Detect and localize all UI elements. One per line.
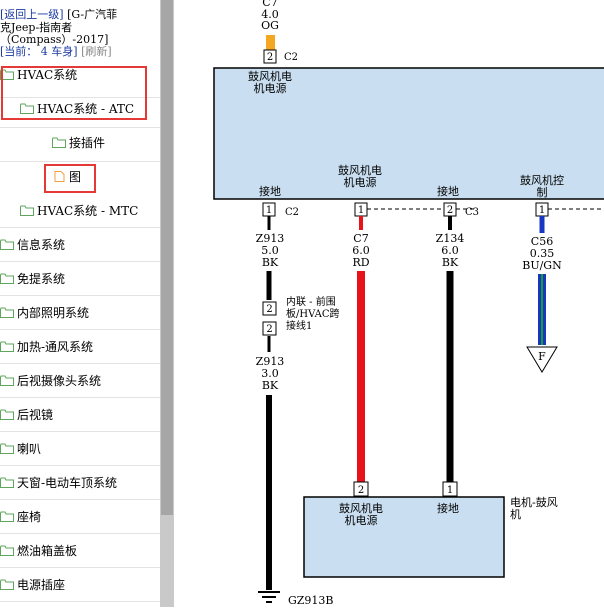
tree-item-handsfree[interactable]: 免提系统 [0, 269, 65, 289]
tree-item-label: 免提系统 [17, 272, 66, 286]
tree-item-sunroof[interactable]: 天窗-电动车顶系统 [0, 473, 117, 493]
folder-icon [0, 409, 14, 420]
top-wire-color: OG [261, 19, 279, 32]
current-label: [当前： [0, 45, 38, 58]
folder-icon [0, 239, 14, 250]
folder-icon [52, 137, 66, 148]
upper-ctrl-label-1: 鼓风机控 [520, 173, 564, 187]
tree-item-connectors[interactable]: 接插件 [52, 133, 105, 153]
folder-icon [0, 443, 14, 454]
tree-item-label: 电源插座 [17, 578, 66, 592]
continuation-arrow-label: F [538, 350, 546, 363]
tree-item-hvac-mtc[interactable]: HVAC系统 - MTC [20, 201, 138, 221]
upper-power2-label-2: 机电源 [344, 175, 377, 189]
lower-module-name-1: 电机-鼓风 [510, 495, 558, 509]
c2-top-conn: C2 [284, 52, 298, 63]
tree-item-rear-camera[interactable]: 后视摄像头系统 [0, 371, 101, 391]
inline-conn-label-2: 板/HVAC跨 [286, 307, 340, 320]
lower-module-box [303, 496, 505, 578]
upper-power-label-2: 机电源 [254, 81, 287, 95]
tree-item-label: 信息系统 [17, 238, 66, 252]
upper-ground-label-1: 接地 [259, 185, 281, 198]
folder-icon [0, 307, 14, 318]
tree-item-label: 后视摄像头系统 [17, 374, 102, 388]
folder-icon [0, 477, 14, 488]
inline-conn-label-3: 接线1 [286, 319, 312, 332]
tree-item-interior-lighting[interactable]: 内部照明系统 [0, 303, 89, 323]
upper-ctrl-label-2: 制 [537, 186, 548, 199]
pin-number: 1 [539, 205, 545, 216]
tree-panel: [返回上一级] [G-广汽菲 克Jeep-指南者 （Compass）-2017]… [0, 0, 160, 607]
tree-item-label: 燃油箱盖板 [17, 544, 78, 558]
tree-item-fuel-door[interactable]: 燃油箱盖板 [0, 541, 77, 561]
highlight-box-diagram [44, 164, 96, 193]
highlight-box-hvac [1, 66, 147, 120]
tree-item-heating-ventilation[interactable]: 加热-通风系统 [0, 337, 93, 357]
header-line-1: [返回上一级] [G-广汽菲 [0, 9, 117, 21]
tree-item-label: 内部照明系统 [17, 306, 90, 320]
folder-icon [20, 205, 34, 216]
pin-number: 1 [266, 205, 272, 216]
tree-item-mirrors[interactable]: 后视镜 [0, 405, 53, 425]
tree-item-label: 后视镜 [17, 408, 54, 422]
tree-item-power-outlet[interactable]: 电源插座 [0, 575, 65, 595]
ground-label: GZ913B [288, 594, 334, 607]
back-link[interactable]: [返回上一级] [0, 8, 64, 21]
tree-item-label: 喇叭 [17, 442, 42, 456]
lower-pin-b-number: 1 [447, 485, 453, 496]
tree-item-label: 接插件 [69, 136, 106, 150]
c2-top-pin-number: 2 [267, 52, 273, 63]
pin-number: 1 [358, 205, 364, 216]
lower-pin-a-number: 2 [358, 485, 364, 496]
model-name-line1: [G-广汽菲 [67, 8, 118, 21]
upper-ground-label-2: 接地 [437, 185, 459, 198]
wire-color: BK [442, 256, 459, 269]
pin-conn: C2 [285, 207, 299, 218]
tree-item-label: 加热-通风系统 [17, 340, 94, 354]
wiring-diagram: C7 4.0 OG 2 C2 鼓风机电 机电源 鼓风机电 机电源 鼓风机控 制 … [174, 0, 604, 607]
scrollbar-thumb[interactable] [161, 0, 173, 515]
refresh-link[interactable]: [刷新] [81, 45, 112, 58]
orange-wire-segment [266, 35, 275, 50]
tree-item-horn[interactable]: 喇叭 [0, 439, 41, 459]
wire-color: RD [352, 256, 369, 269]
folder-icon [0, 545, 14, 556]
folder-icon [0, 511, 14, 522]
tree-item-seats[interactable]: 座椅 [0, 507, 41, 527]
inline-pin-a-number: 2 [266, 304, 272, 315]
lower-ground-label: 接地 [437, 502, 459, 515]
current-value: 4 车身] [40, 45, 78, 58]
inline-pin-b-number: 2 [266, 324, 272, 335]
wire-color: BU/GN [522, 259, 562, 272]
tree-item-label: HVAC系统 - MTC [37, 204, 139, 218]
lower-wire-color: BK [262, 379, 279, 392]
folder-icon [0, 341, 14, 352]
folder-icon [0, 273, 14, 284]
upper-power-label-1: 鼓风机电 [248, 69, 292, 83]
lower-module-name-2: 机 [510, 507, 521, 521]
lower-power-label-2: 机电源 [345, 513, 378, 527]
wire-color: BK [262, 256, 279, 269]
upper-power2-label-1: 鼓风机电 [338, 163, 382, 177]
inline-conn-label-1: 内联 - 前围 [286, 295, 336, 308]
tree-item-label: 天窗-电动车顶系统 [17, 476, 118, 490]
tree-item-info-system[interactable]: 信息系统 [0, 235, 65, 255]
lower-power-label-1: 鼓风机电 [339, 501, 383, 515]
current-location: [当前： 4 车身] [刷新] [0, 46, 112, 58]
folder-icon [0, 375, 14, 386]
tree-item-label: 座椅 [17, 510, 42, 524]
pin-number: 2 [447, 205, 453, 216]
folder-icon [0, 579, 14, 590]
